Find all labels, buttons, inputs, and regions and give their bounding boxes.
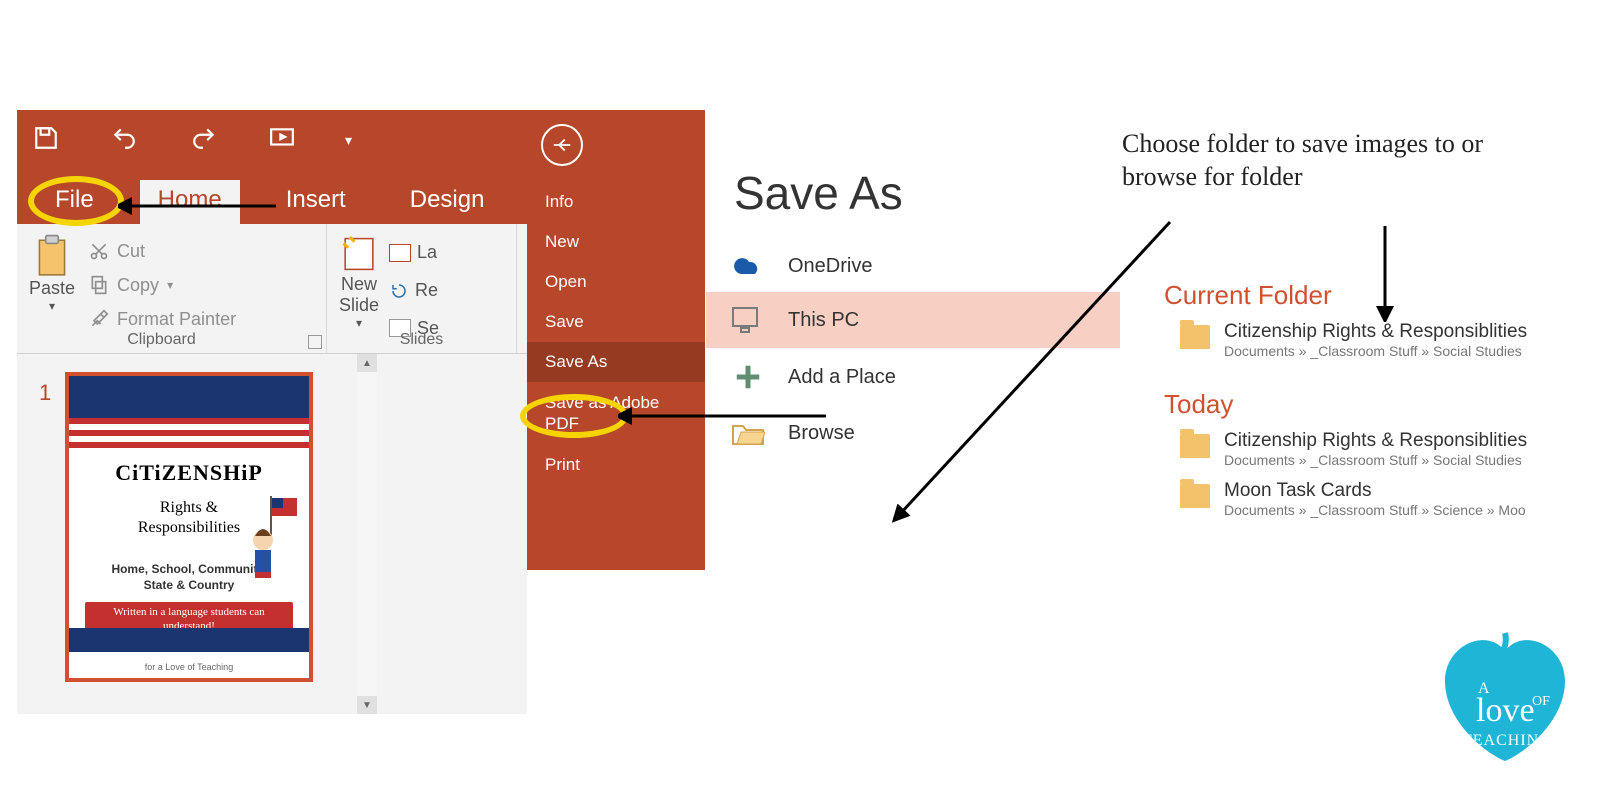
save-as-panel: Save As OneDrive This PC Add a Place Bro…	[705, 110, 1120, 570]
copy-label: Copy	[117, 268, 159, 302]
ribbon-group-slides: New Slide ▾ La Re Se Slides	[327, 224, 517, 353]
qat-more-icon[interactable]: ▾	[345, 132, 352, 149]
folder-path: Documents » _Classroom Stuff » Science »…	[1224, 502, 1526, 518]
powerpoint-window: ▾ File Home Insert Design Paste ▾ Cut C	[17, 110, 527, 714]
annotation-text: Choose folder to save images to or brows…	[1122, 128, 1562, 193]
slide-thumbnail-panel: 1 CiTiZENSHiP Rights & Responsibilities …	[17, 354, 527, 714]
copy-button[interactable]: Copy ▾	[89, 268, 236, 302]
tab-home[interactable]: Home	[140, 180, 240, 224]
slide-thumbnail[interactable]: CiTiZENSHiP Rights & Responsibilities Ho…	[65, 372, 313, 682]
quick-access-toolbar: ▾	[17, 110, 527, 170]
folder-name: Moon Task Cards	[1224, 480, 1526, 502]
folder-path: Documents » _Classroom Stuff » Social St…	[1224, 343, 1527, 359]
logo-text-love: love	[1476, 692, 1535, 729]
folder-icon	[1180, 434, 1210, 458]
slides-sidebuttons: La Re Se	[389, 234, 439, 347]
cloud-icon	[730, 254, 766, 278]
backstage-item-info[interactable]: Info	[527, 182, 705, 222]
scroll-down-icon[interactable]: ▼	[357, 696, 377, 714]
location-this-pc[interactable]: This PC	[706, 292, 1120, 348]
folder-name: Citizenship Rights & Responsiblities	[1224, 430, 1527, 452]
save-icon[interactable]	[33, 125, 59, 156]
backstage-item-save-as[interactable]: Save As	[527, 342, 705, 382]
back-button[interactable]	[541, 124, 583, 166]
backstage-menu: Info New Open Save Save As Save as Adobe…	[527, 110, 705, 570]
chevron-down-icon: ▾	[167, 274, 173, 297]
logo-text-of: OF	[1532, 694, 1550, 709]
folder-name: Citizenship Rights & Responsiblities	[1224, 321, 1527, 343]
cut-button[interactable]: Cut	[89, 234, 236, 268]
location-this-pc-label: This PC	[788, 309, 859, 332]
backstage-item-new[interactable]: New	[527, 222, 705, 262]
clipart-child-flag-icon	[241, 496, 301, 586]
add-icon	[730, 362, 766, 392]
scroll-thumb[interactable]	[357, 372, 377, 696]
new-slide-button[interactable]: New Slide ▾	[339, 234, 379, 330]
clipboard-actions: Cut Copy ▾ Format Painter	[89, 234, 236, 337]
group-title-slides: Slides	[327, 331, 516, 349]
dialog-launcher-icon[interactable]	[308, 335, 322, 349]
folder-icon	[1180, 325, 1210, 349]
reset-button[interactable]: Re	[389, 272, 439, 310]
ribbon-tabs: File Home Insert Design	[17, 170, 527, 224]
ribbon-group-clipboard: Paste ▾ Cut Copy ▾ Format Painter Clip	[17, 224, 327, 353]
location-add-place[interactable]: Add a Place	[706, 348, 1120, 406]
layout-button[interactable]: La	[389, 234, 439, 272]
layout-label-trunc: La	[417, 234, 437, 272]
reset-label-trunc: Re	[415, 272, 438, 310]
chevron-down-icon: ▾	[356, 316, 362, 330]
computer-icon	[730, 306, 766, 334]
cut-label: Cut	[117, 234, 145, 268]
scrollbar[interactable]: ▲ ▼	[357, 354, 377, 714]
location-onedrive[interactable]: OneDrive	[706, 240, 1120, 292]
thumb-title: CiTiZENSHiP	[69, 460, 309, 486]
folder-open-icon	[730, 420, 766, 446]
backstage-item-open[interactable]: Open	[527, 262, 705, 302]
folder-icon	[1180, 484, 1210, 508]
slide-number: 1	[39, 380, 51, 406]
tab-insert[interactable]: Insert	[268, 180, 364, 224]
paste-button[interactable]: Paste ▾	[29, 234, 75, 313]
slideshow-icon[interactable]	[267, 125, 297, 156]
save-as-title: Save As	[706, 110, 1120, 240]
folder-path: Documents » _Classroom Stuff » Social St…	[1224, 452, 1527, 468]
location-browse-label: Browse	[788, 422, 855, 445]
scroll-up-icon[interactable]: ▲	[357, 354, 377, 372]
redo-icon[interactable]	[189, 125, 219, 156]
blog-logo: A love OF TEACHING	[1430, 623, 1580, 773]
tab-file[interactable]: File	[37, 180, 112, 224]
folder-item[interactable]: Moon Task Cards Documents » _Classroom S…	[1120, 474, 1600, 524]
folder-item[interactable]: Citizenship Rights & Responsiblities Doc…	[1120, 315, 1600, 365]
location-add-place-label: Add a Place	[788, 366, 896, 389]
backstage-item-save[interactable]: Save	[527, 302, 705, 342]
group-title-clipboard: Clipboard	[17, 331, 306, 349]
thumb-footer: for a Love of Teaching	[69, 662, 309, 672]
section-today: Today	[1120, 365, 1600, 424]
undo-icon[interactable]	[107, 125, 141, 156]
backstage-item-print[interactable]: Print	[527, 445, 705, 485]
new-slide-label: New Slide	[339, 274, 379, 316]
folder-item[interactable]: Citizenship Rights & Responsiblities Doc…	[1120, 424, 1600, 474]
chevron-down-icon: ▾	[49, 299, 55, 313]
paste-label: Paste	[29, 278, 75, 299]
backstage-item-save-adobe-pdf[interactable]: Save as Adobe PDF	[527, 382, 705, 445]
tab-design[interactable]: Design	[392, 180, 503, 224]
location-onedrive-label: OneDrive	[788, 255, 872, 278]
logo-text-teaching: TEACHING	[1462, 732, 1552, 749]
ribbon: Paste ▾ Cut Copy ▾ Format Painter Clip	[17, 224, 527, 354]
location-browse[interactable]: Browse	[706, 406, 1120, 460]
thumbnail-column: 1 CiTiZENSHiP Rights & Responsibilities …	[17, 354, 357, 714]
